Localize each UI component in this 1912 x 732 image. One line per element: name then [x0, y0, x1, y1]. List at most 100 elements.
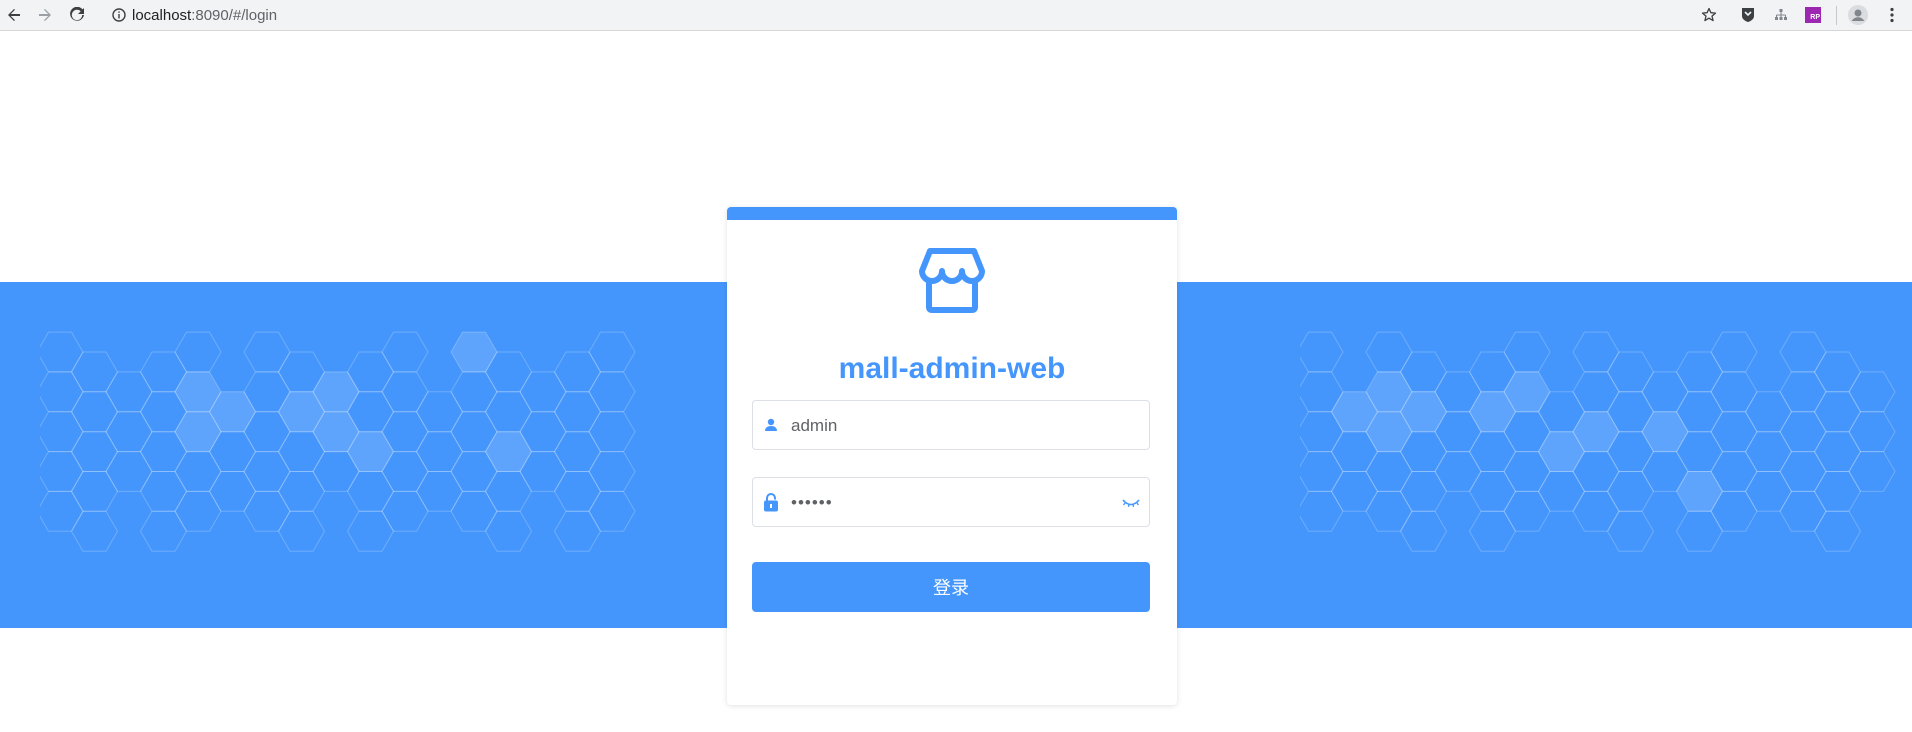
hexagon-shape [1572, 331, 1620, 373]
hexagon-shape [484, 471, 533, 512]
hexagon-shape [174, 451, 222, 492]
star-icon[interactable] [1697, 3, 1721, 27]
hexagon-pattern-right [1300, 331, 1896, 552]
hexagon-shape [1572, 371, 1620, 413]
forward-icon[interactable] [33, 3, 57, 27]
rp-extension-label: RP [1810, 14, 1820, 21]
hexagon-shape [1779, 371, 1827, 413]
hexagon-shape [1503, 331, 1551, 373]
hexagon-shape [1468, 510, 1517, 552]
login-card: mall-admin-web admin •••••• 登录 [727, 207, 1177, 705]
url-path: :8090/#/login [191, 6, 278, 24]
hexagon-pattern-left [40, 331, 636, 552]
hexagon-shape [70, 510, 119, 552]
hexagon-shape [553, 351, 602, 393]
hexagon-shape [1365, 451, 1413, 492]
hexagon-shape [1503, 490, 1551, 532]
hexagon-shape [484, 391, 533, 433]
hexagon-shape [1848, 451, 1896, 492]
hexagon-shape [277, 471, 326, 512]
hexagon-shape [381, 371, 429, 413]
hexagon-shape [1744, 431, 1793, 472]
profile-icon[interactable] [1846, 3, 1870, 27]
shield-extension-icon[interactable] [1737, 4, 1759, 26]
hexagon-shape [450, 331, 498, 373]
hexagon-shape [105, 371, 153, 413]
hexagon-shape [40, 371, 84, 413]
hexagon-shape [346, 471, 395, 512]
hexagon-shape [1606, 351, 1655, 393]
address-bar[interactable]: localhost:8090/#/login [100, 2, 1727, 28]
info-icon[interactable] [106, 2, 132, 28]
hexagon-shape [1399, 510, 1448, 552]
hexagon-shape [1537, 471, 1586, 512]
hexagon-shape [1779, 451, 1827, 492]
hexagon-shape [40, 490, 84, 532]
shop-logo-icon [919, 248, 985, 313]
hexagon-shape [139, 471, 188, 512]
hexagon-shape [1606, 510, 1655, 552]
tree-extension-icon[interactable] [1770, 4, 1792, 26]
hexagon-shape [139, 510, 188, 552]
hexagon-shape [1710, 371, 1758, 413]
hexagon-shape [1779, 411, 1827, 453]
user-icon [762, 415, 780, 435]
hexagon-shape [588, 490, 636, 532]
hexagon-shape [1641, 371, 1689, 413]
hexagon-shape [70, 391, 119, 433]
hexagon-shape [40, 451, 84, 492]
hexagon-shape [381, 331, 429, 373]
hexagon-shape [1641, 411, 1689, 453]
browser-toolbar: localhost:8090/#/login RP [0, 0, 1912, 31]
hexagon-shape [553, 391, 602, 433]
hexagon-shape [1710, 411, 1758, 453]
hexagon-shape [1365, 490, 1413, 532]
hexagon-shape [484, 510, 533, 552]
back-icon[interactable] [2, 3, 26, 27]
url-host: localhost [132, 6, 192, 24]
hexagon-shape [381, 490, 429, 532]
hexagon-shape [588, 331, 636, 373]
login-button[interactable]: 登录 [752, 562, 1150, 612]
hexagon-shape [1813, 471, 1862, 512]
hexagon-shape [346, 510, 395, 552]
hexagon-shape [277, 510, 326, 552]
hexagon-shape [243, 451, 291, 492]
hexagon-shape [1468, 471, 1517, 512]
hexagon-shape [70, 351, 119, 393]
reload-icon[interactable] [65, 3, 89, 27]
hexagon-shape [1468, 431, 1517, 472]
hexagon-shape [1365, 331, 1413, 373]
hexagon-shape [70, 431, 119, 472]
password-value: •••••• [791, 493, 833, 512]
hexagon-shape [1848, 411, 1896, 453]
rp-extension-icon[interactable]: RP [1802, 4, 1824, 26]
hexagon-shape [415, 471, 464, 512]
hexagon-shape [1710, 331, 1758, 373]
hexagon-shape [1300, 451, 1344, 492]
hexagon-shape [1744, 391, 1793, 433]
app-title: mall-admin-web [838, 352, 1066, 385]
hexagon-shape [1572, 490, 1620, 532]
hexagon-shape [208, 471, 257, 512]
hexagon-shape [1675, 510, 1724, 552]
password-field[interactable]: •••••• [752, 477, 1150, 527]
hexagon-shape [1434, 451, 1482, 492]
hexagon-shape [1813, 510, 1862, 552]
username-field[interactable]: admin [752, 400, 1150, 450]
hexagon-shape [1300, 331, 1344, 373]
hexagon-shape [40, 411, 84, 453]
hexagon-shape [174, 490, 222, 532]
hexagon-shape [553, 431, 602, 472]
hexagon-shape [484, 431, 533, 472]
hexagon-shape [588, 411, 636, 453]
hexagon-shape [1779, 331, 1827, 373]
hexagon-shape [105, 451, 153, 492]
eye-closed-icon[interactable] [1121, 494, 1141, 510]
username-value: admin [791, 416, 838, 435]
hexagon-shape [415, 391, 464, 433]
menu-icon[interactable] [1880, 3, 1904, 27]
hexagon-shape [1300, 490, 1344, 532]
hexagon-shape [415, 431, 464, 472]
hexagon-shape [243, 490, 291, 532]
